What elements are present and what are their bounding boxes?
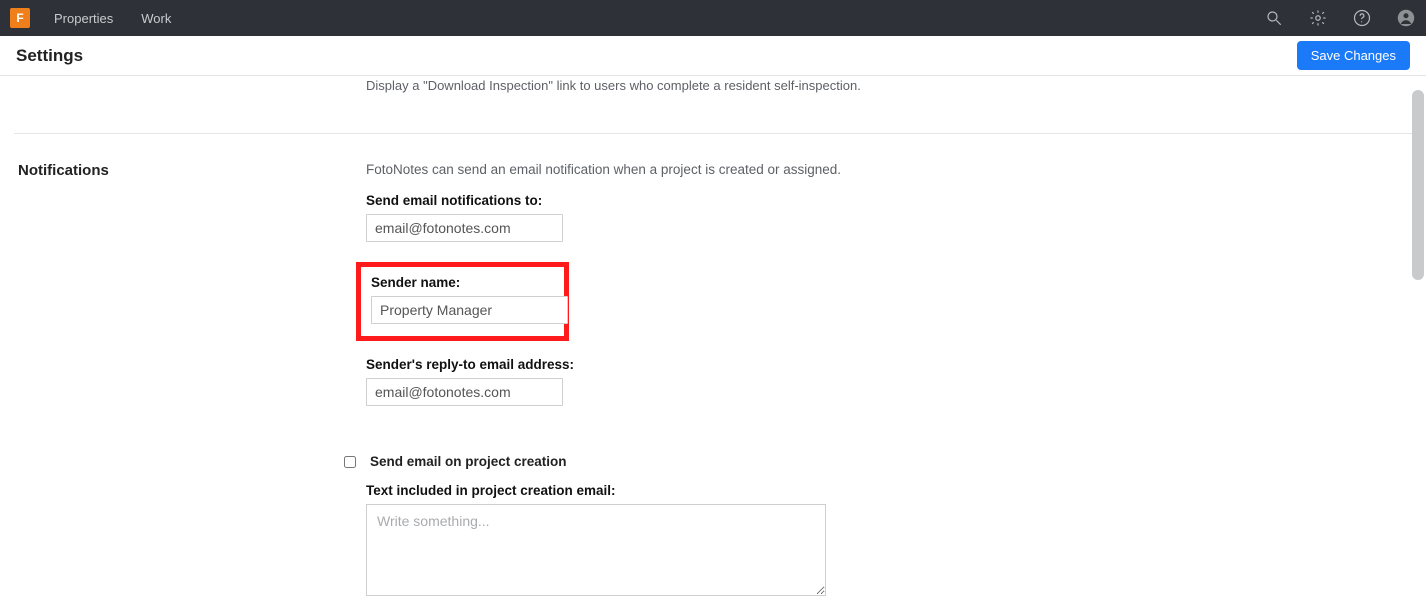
search-icon[interactable] [1264, 8, 1284, 28]
sender-name-input[interactable] [371, 296, 568, 324]
reply-to-label: Sender's reply-to email address: [366, 357, 1412, 372]
reply-to-input[interactable] [366, 378, 563, 406]
creation-email-text-block: Text included in project creation email: [366, 483, 1412, 601]
previous-section-description: Display a "Download Inspection" link to … [14, 78, 1412, 93]
profile-icon[interactable] [1396, 8, 1416, 28]
send-on-creation-label: Send email on project creation [370, 454, 567, 469]
settings-page: Display a "Download Inspection" link to … [0, 76, 1426, 613]
scrollbar-thumb[interactable] [1412, 90, 1424, 280]
app-logo[interactable]: F [10, 8, 30, 28]
sender-name-label: Sender name: [371, 275, 554, 290]
top-nav: F Properties Work [0, 0, 1426, 36]
reply-to-field: Sender's reply-to email address: [366, 357, 1412, 406]
section-divider [14, 133, 1412, 134]
creation-email-textarea[interactable] [366, 504, 826, 596]
notifications-heading: Notifications [14, 162, 366, 601]
notifications-section: Notifications FotoNotes can send an emai… [14, 162, 1412, 601]
creation-email-text-label: Text included in project creation email: [366, 483, 1412, 498]
send-on-creation-row: Send email on project creation [366, 454, 1412, 469]
page-title: Settings [16, 46, 83, 66]
nav-properties[interactable]: Properties [54, 11, 113, 26]
nav-work[interactable]: Work [141, 11, 171, 26]
sender-name-highlight: Sender name: [356, 262, 569, 341]
email-to-field: Send email notifications to: [366, 193, 1412, 242]
gear-icon[interactable] [1308, 8, 1328, 28]
email-to-input[interactable] [366, 214, 563, 242]
save-changes-button[interactable]: Save Changes [1297, 41, 1410, 70]
settings-header: Settings Save Changes [0, 36, 1426, 76]
help-icon[interactable] [1352, 8, 1372, 28]
email-to-label: Send email notifications to: [366, 193, 1412, 208]
send-on-creation-checkbox[interactable] [344, 456, 356, 468]
notifications-description: FotoNotes can send an email notification… [366, 162, 1412, 177]
